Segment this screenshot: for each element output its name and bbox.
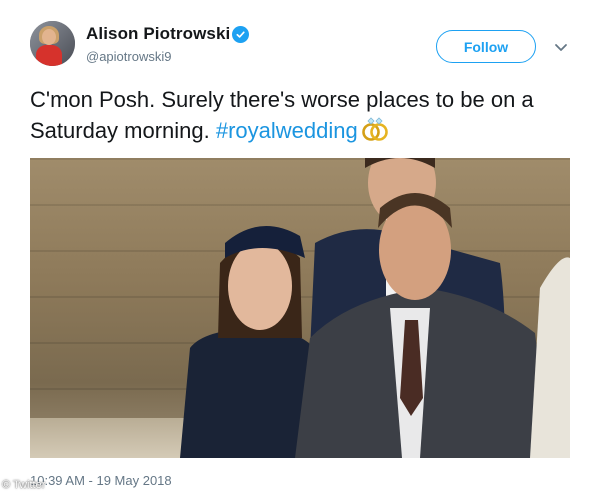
- chevron-down-icon[interactable]: [554, 40, 568, 51]
- user-avatar[interactable]: [30, 21, 75, 66]
- user-display-name[interactable]: Alison Piotrowski: [86, 24, 230, 44]
- follow-button[interactable]: Follow: [436, 30, 536, 63]
- rings-icon: [360, 116, 390, 150]
- verified-badge-icon: [232, 26, 249, 43]
- tweet-card: Alison Piotrowski @apiotrowski9 Follow C…: [0, 0, 600, 495]
- tweet-timestamp[interactable]: 10:39 AM - 19 May 2018: [30, 473, 172, 488]
- user-handle[interactable]: @apiotrowski9: [86, 49, 171, 64]
- tweet-text: C'mon Posh. Surely there's worse places …: [30, 84, 575, 150]
- twitter-watermark: © Twitter: [2, 479, 46, 491]
- hashtag-link[interactable]: #royalwedding: [216, 118, 358, 143]
- tweet-photo[interactable]: [30, 158, 570, 458]
